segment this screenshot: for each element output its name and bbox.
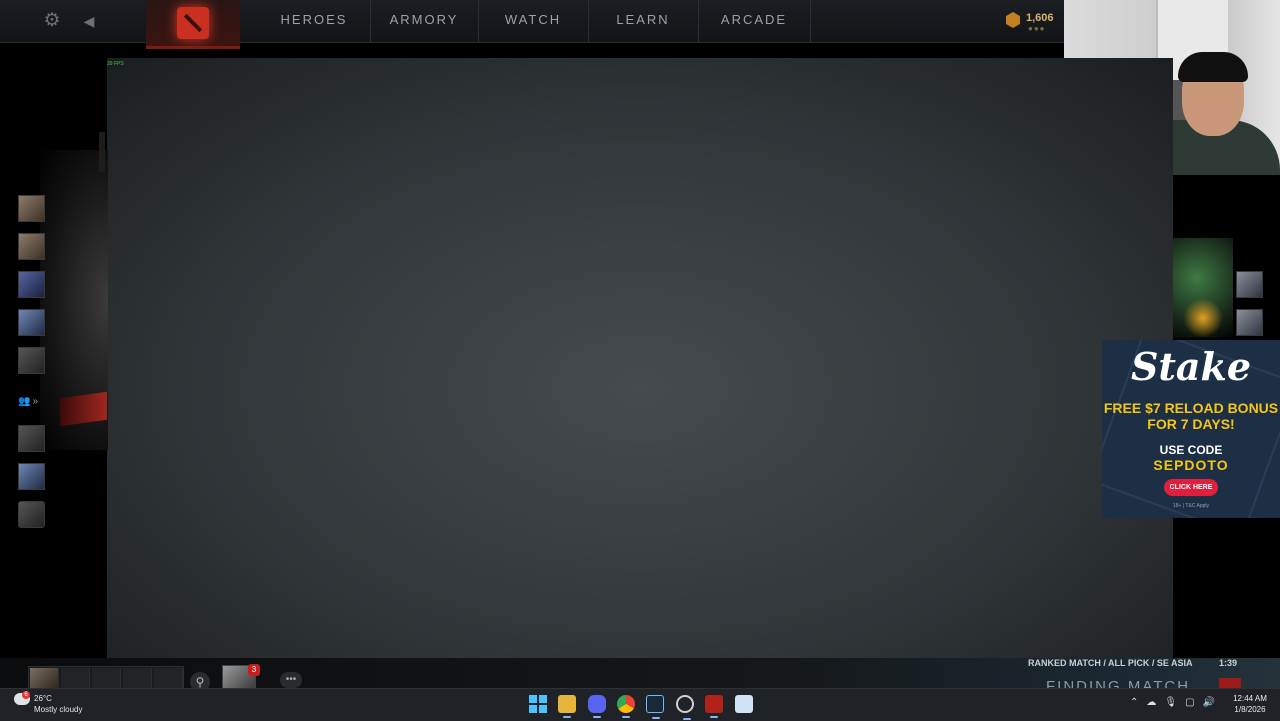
- nav-watch[interactable]: WATCH: [478, 0, 589, 42]
- windows-start-icon[interactable]: [529, 695, 547, 713]
- sidebar-item-7[interactable]: [18, 463, 45, 490]
- dota-logo-button[interactable]: [146, 0, 240, 49]
- queue-timer: 1:39: [1219, 658, 1238, 668]
- party-icon: 👥: [18, 396, 31, 407]
- weather-temperature[interactable]: 26°C: [34, 694, 52, 703]
- ad-terms: 18+ | T&C Apply: [1172, 503, 1210, 509]
- gear-icon[interactable]: ⚙: [41, 10, 63, 32]
- main-loading-area: [107, 58, 1173, 658]
- dota-logo-icon: [177, 7, 209, 39]
- party-slot-5[interactable]: [154, 668, 183, 688]
- currency-sub: ●●●: [1028, 24, 1046, 33]
- match-mode-label: RANKED MATCH / ALL PICK / SE ASIA: [1028, 658, 1193, 668]
- sidebar-item-1[interactable]: [18, 195, 45, 222]
- party-slot-1[interactable]: [30, 668, 59, 688]
- party-slot-4[interactable]: [123, 668, 152, 688]
- back-arrow-icon[interactable]: ◀: [78, 10, 100, 32]
- system-tray[interactable]: ⌃☁🎙▢🔊: [1130, 697, 1223, 708]
- sponsor-ad[interactable]: Stake FREE $7 RELOAD BONUS FOR 7 DAYS! U…: [1102, 340, 1280, 518]
- right-item-2[interactable]: [1236, 309, 1263, 336]
- party-slots[interactable]: [28, 666, 184, 690]
- chat-icon[interactable]: •••: [280, 672, 302, 688]
- currency-amount: 1,606: [1026, 12, 1054, 24]
- right-item-1[interactable]: [1236, 271, 1263, 298]
- scroll-handle[interactable]: [99, 132, 105, 172]
- sidebar-item-4[interactable]: [18, 309, 45, 336]
- nav-heroes[interactable]: HEROES: [258, 0, 371, 42]
- party-finder-row[interactable]: 👥»: [18, 392, 45, 412]
- nav-arcade[interactable]: ARCADE: [698, 0, 811, 42]
- sidebar-item-2[interactable]: [18, 233, 45, 260]
- party-slot-2[interactable]: [61, 668, 90, 688]
- sidebar-item-6[interactable]: [18, 425, 45, 452]
- ad-brand-logo: Stake: [1130, 344, 1252, 389]
- sidebar-item-3[interactable]: [18, 271, 45, 298]
- steam-icon[interactable]: [646, 695, 664, 719]
- file-explorer-icon[interactable]: [558, 695, 576, 718]
- hero-portrait[interactable]: [1173, 238, 1233, 338]
- discord-icon[interactable]: [588, 695, 606, 718]
- nav-armory[interactable]: ARMORY: [370, 0, 479, 42]
- ad-cta-button[interactable]: CLICK HERE: [1164, 479, 1218, 496]
- chrome-icon[interactable]: [617, 695, 635, 718]
- finding-match-status: FINDING MATCH: [1046, 678, 1191, 688]
- expand-arrow-icon: »: [32, 396, 39, 407]
- dota-taskbar-icon[interactable]: [705, 695, 723, 718]
- friends-count-badge: 3: [248, 664, 260, 676]
- weather-alert-badge: 6: [22, 691, 30, 699]
- ad-offer-text: FREE $7 RELOAD BONUS FOR 7 DAYS!: [1103, 400, 1279, 432]
- clock-time[interactable]: 12:44 AM: [1225, 694, 1275, 703]
- ad-code-label: USE CODE: [1159, 443, 1223, 457]
- sidebar-item-8[interactable]: [18, 501, 45, 528]
- cancel-search-button[interactable]: [1219, 678, 1241, 688]
- clock-date[interactable]: 1/8/2026: [1225, 705, 1275, 714]
- sidebar-item-5[interactable]: [18, 347, 45, 374]
- weather-description[interactable]: Mostly cloudy: [34, 705, 82, 714]
- nav-learn[interactable]: LEARN: [588, 0, 699, 42]
- obs-icon[interactable]: [676, 695, 694, 720]
- notepad-icon[interactable]: [735, 695, 753, 713]
- party-slot-3[interactable]: [92, 668, 121, 688]
- ad-code: SEPDOTO: [1153, 457, 1229, 473]
- fps-counter: 39 FPS: [107, 61, 124, 67]
- taskbar: [0, 688, 1280, 721]
